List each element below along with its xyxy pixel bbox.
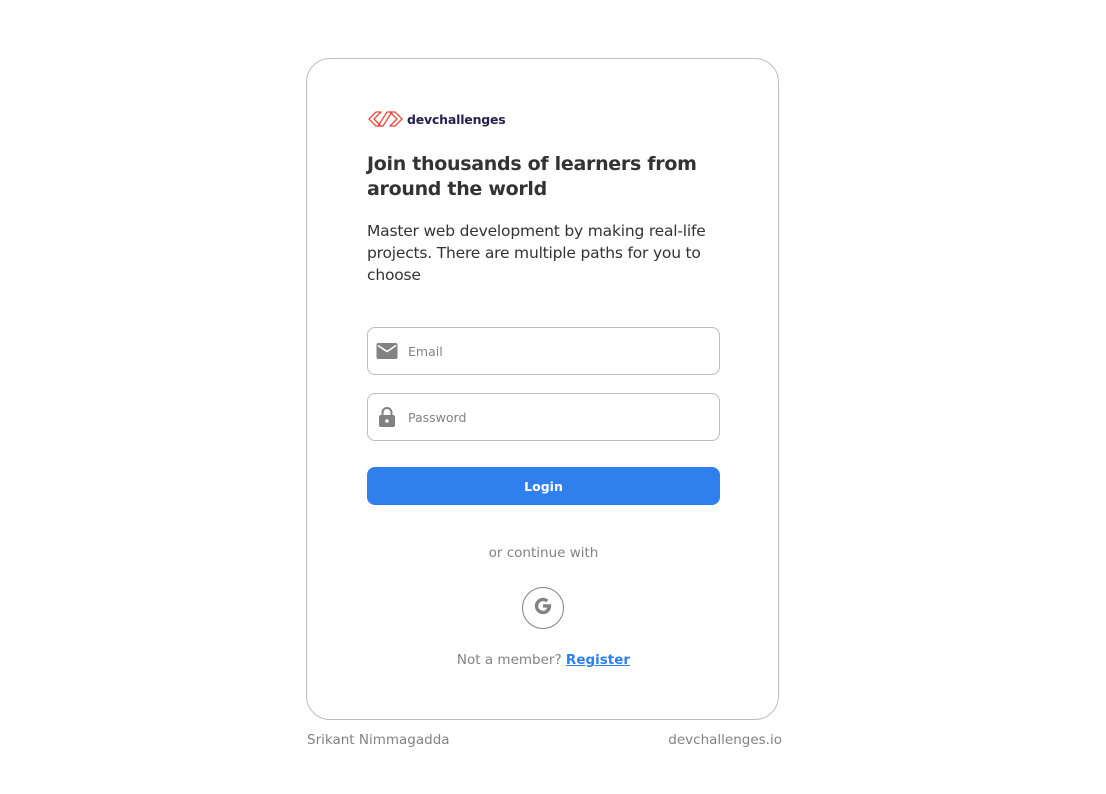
- register-link[interactable]: Register: [566, 652, 630, 668]
- page-subtitle: Master web development by making real-li…: [367, 222, 706, 284]
- google-icon: [533, 596, 553, 620]
- lock-icon: [376, 406, 398, 428]
- mail-icon: [376, 340, 398, 362]
- google-login-button[interactable]: [522, 587, 564, 629]
- brand: devchallenges: [367, 109, 506, 129]
- continue-with-text: or continue with: [488, 545, 599, 561]
- footer-author: Srikant Nimmagadda: [307, 732, 450, 748]
- email-input[interactable]: [408, 343, 698, 359]
- page-title: Join thousands of learners from around t…: [367, 153, 697, 200]
- brand-name: devchallenges: [407, 111, 506, 127]
- login-button[interactable]: Login: [367, 467, 720, 505]
- login-card: devchallenges Join thousands of learners…: [306, 58, 779, 720]
- register-prompt: Not a member? Register: [367, 652, 720, 668]
- devchallenges-logo-icon: [367, 109, 404, 129]
- password-field[interactable]: [367, 393, 720, 441]
- password-input[interactable]: [408, 409, 698, 425]
- footer-site: devchallenges.io: [668, 732, 782, 748]
- email-field[interactable]: [367, 327, 720, 375]
- register-prompt-text: Not a member?: [456, 652, 562, 668]
